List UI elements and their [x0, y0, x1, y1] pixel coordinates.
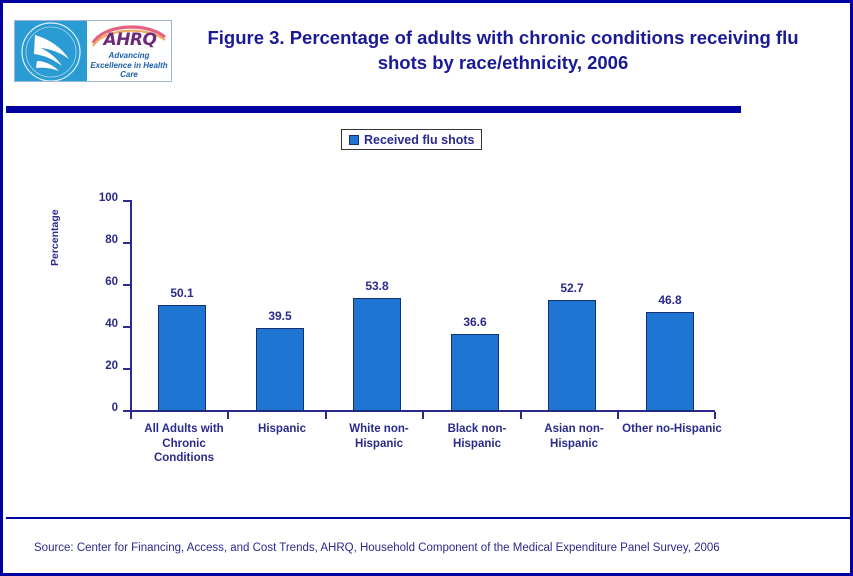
- x-category-label: All Adults with Chronic Conditions: [144, 423, 224, 464]
- y-tick-label: 100: [98, 192, 118, 204]
- y-axis-title: Percentage: [49, 209, 61, 266]
- bar: 53.8: [353, 279, 401, 411]
- bar-value-label: 39.5: [268, 308, 292, 323]
- x-category-label: White non-Hispanic: [349, 423, 409, 450]
- x-category-label: Hispanic: [258, 423, 306, 435]
- bar-value-label: 53.8: [365, 278, 389, 293]
- figure-page: AHRQ Advancing Excellence in Health Care…: [0, 0, 853, 576]
- y-tick-label: 0: [111, 402, 118, 414]
- x-tick: [714, 412, 716, 419]
- y-tick: 20: [105, 360, 130, 372]
- bar: 36.6: [451, 315, 499, 411]
- bar-value-label: 36.6: [463, 314, 487, 329]
- x-category-label: Black non-Hispanic: [447, 423, 507, 450]
- bar: 50.1: [158, 286, 206, 411]
- x-tick: [130, 412, 132, 419]
- x-tick: [227, 412, 229, 419]
- x-tick: [617, 412, 619, 419]
- y-tick: 100: [99, 192, 130, 204]
- plot-area: 50.1 39.5 53.8 36.6 52.7 46.8: [130, 200, 715, 411]
- source-note: Source: Center for Financing, Access, an…: [34, 542, 720, 554]
- y-tick: 80: [105, 234, 130, 246]
- y-tick: 0: [112, 402, 130, 414]
- x-category-label: Other no-Hispanic: [622, 423, 722, 435]
- x-tick: [325, 412, 327, 419]
- x-category-label: Asian non-Hispanic: [544, 423, 604, 450]
- bar-value-label: 52.7: [560, 280, 584, 295]
- bar: 46.8: [646, 293, 694, 411]
- y-tick-label: 60: [105, 276, 118, 288]
- y-tick: 60: [105, 276, 130, 288]
- x-tick: [422, 412, 424, 419]
- y-tick-label: 40: [105, 318, 118, 330]
- bar: 39.5: [256, 309, 304, 411]
- bar-value-label: 50.1: [170, 286, 194, 301]
- y-tick: 40: [105, 318, 130, 330]
- bar-chart: Percentage 100 80 60 40 20 0 50.1 39.5 5…: [3, 3, 850, 573]
- x-tick: [520, 412, 522, 419]
- bar-value-label: 46.8: [658, 293, 682, 308]
- y-tick-label: 20: [105, 360, 118, 372]
- footer-divider: [6, 517, 850, 519]
- y-tick-label: 80: [105, 234, 118, 246]
- bar: 52.7: [548, 281, 596, 411]
